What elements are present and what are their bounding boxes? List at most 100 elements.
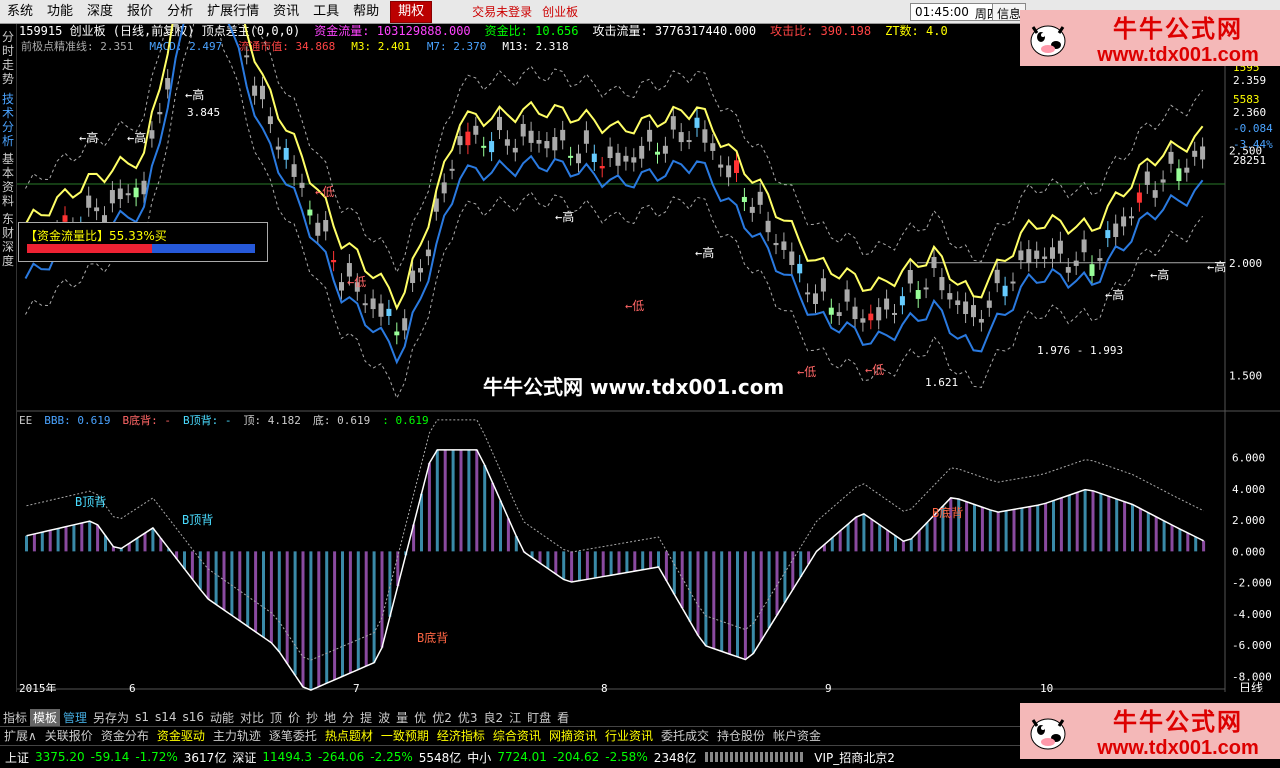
toolbar-extension-3[interactable]: 资金驱动 bbox=[153, 727, 209, 744]
toolbar-indicator-16[interactable]: 量 bbox=[393, 709, 411, 726]
menu-tools[interactable]: 工具 bbox=[306, 0, 346, 24]
tab-eastmoney-depth[interactable]: 东财深度 bbox=[2, 212, 16, 268]
high-marker: ←高 bbox=[1207, 259, 1226, 274]
toolbar-indicator-12[interactable]: 地 bbox=[321, 709, 339, 726]
header-field: 底: 0.619 bbox=[313, 413, 370, 427]
toolbar-indicator-21[interactable]: 江 bbox=[506, 709, 524, 726]
toolbar-indicator-9[interactable]: 顶 bbox=[267, 709, 285, 726]
indicator-bar bbox=[1004, 510, 1008, 552]
indicator-bar bbox=[617, 551, 621, 574]
menu-analysis[interactable]: 分析 bbox=[160, 0, 200, 24]
toolbar-indicator-11[interactable]: 抄 bbox=[303, 709, 321, 726]
candle-body bbox=[789, 251, 795, 265]
menu-depth[interactable]: 深度 bbox=[80, 0, 120, 24]
toolbar-indicator-17[interactable]: 优 bbox=[411, 709, 429, 726]
menu-help[interactable]: 帮助 bbox=[346, 0, 386, 24]
time-tick-label: 7 bbox=[353, 682, 360, 692]
indicator-bar bbox=[830, 537, 834, 552]
candle-body bbox=[868, 313, 874, 321]
side-stat: 28251 bbox=[1233, 154, 1266, 167]
header-field: BBB: 0.619 bbox=[44, 414, 110, 427]
indicator-bar bbox=[325, 551, 329, 684]
candle-body bbox=[670, 116, 676, 130]
candle-body bbox=[410, 270, 416, 284]
toolbar-indicator-3[interactable]: 另存为 bbox=[90, 709, 132, 726]
menu-quote[interactable]: 报价 bbox=[120, 0, 160, 24]
login-status[interactable]: 交易未登录 bbox=[472, 3, 532, 20]
candle-body bbox=[331, 260, 337, 263]
toolbar-extension-13[interactable]: 持仓股份 bbox=[713, 727, 769, 744]
menu-options-tab[interactable]: 期权 bbox=[390, 0, 433, 23]
indicator-bar bbox=[143, 533, 147, 552]
candle-body bbox=[323, 220, 329, 232]
toolbar-extension-5[interactable]: 逐笔委托 bbox=[265, 727, 321, 744]
menu-ext-market[interactable]: 扩展行情 bbox=[200, 0, 266, 24]
tab-intraday[interactable]: 分时走势 bbox=[2, 30, 16, 86]
menu-function[interactable]: 功能 bbox=[40, 0, 80, 24]
toolbar-extension-7[interactable]: 一致预期 bbox=[377, 727, 433, 744]
toolbar-extension-6[interactable]: 热点题材 bbox=[321, 727, 377, 744]
indicator-bar bbox=[301, 551, 305, 687]
indicator-bar bbox=[25, 535, 28, 552]
toolbar-indicator-13[interactable]: 分 bbox=[339, 709, 357, 726]
brand-watermark-top: 牛牛公式网 www.tdx001.com bbox=[1020, 10, 1280, 66]
toolbar-indicator-15[interactable]: 波 bbox=[375, 709, 393, 726]
toolbar-indicator-19[interactable]: 优3 bbox=[455, 709, 481, 726]
sz-change: -264.06 bbox=[317, 750, 365, 764]
candle-body bbox=[1136, 192, 1142, 203]
toolbar-extension-10[interactable]: 网摘资讯 bbox=[545, 727, 601, 744]
indicator-bar bbox=[269, 551, 273, 643]
toolbar-extension-9[interactable]: 综合资讯 bbox=[489, 727, 545, 744]
indicator-line bbox=[26, 449, 1204, 691]
toolbar-extension-14[interactable]: 帐户资金 bbox=[769, 727, 825, 744]
indicator-bar bbox=[672, 551, 676, 595]
toolbar-indicator-14[interactable]: 提 bbox=[357, 709, 375, 726]
menu-system[interactable]: 系统 bbox=[0, 0, 40, 24]
indicator-bar bbox=[348, 551, 352, 673]
candle-body bbox=[267, 116, 273, 125]
toolbar-indicator-6[interactable]: s16 bbox=[179, 710, 207, 724]
toolbar-extension-8[interactable]: 经济指标 bbox=[433, 727, 489, 744]
toolbar-indicator-22[interactable]: 盯盘 bbox=[524, 709, 554, 726]
toolbar-extension-4[interactable]: 主力轨迹 bbox=[209, 727, 265, 744]
tab-fundamentals[interactable]: 基本资料 bbox=[2, 152, 16, 208]
indicator-tick-label: -4.000 bbox=[1232, 608, 1272, 621]
toolbar-indicator-0[interactable]: 指标 bbox=[0, 709, 30, 726]
menu-news[interactable]: 资讯 bbox=[266, 0, 306, 24]
toolbar-extension-1[interactable]: 关联报价 bbox=[41, 727, 97, 744]
candle-body bbox=[599, 165, 605, 169]
toolbar-extension-0[interactable]: 扩展∧ bbox=[0, 727, 41, 744]
tab-technical[interactable]: 技术分析 bbox=[2, 92, 16, 148]
toolbar-indicator-18[interactable]: 优2 bbox=[429, 709, 455, 726]
chart-area[interactable]: 159915 创业板 (日线,前复权) 顶点差主(0,0,0) 资金流量: 103… bbox=[17, 0, 1280, 695]
indicator-bar bbox=[420, 493, 423, 552]
toolbar-indicator-1[interactable]: 模板 bbox=[30, 708, 61, 726]
toolbar-extension-2[interactable]: 资金分布 bbox=[97, 727, 153, 744]
toolbar-extension-12[interactable]: 委托成交 bbox=[657, 727, 713, 744]
candle-body bbox=[1002, 285, 1008, 297]
toolbar-indicator-20[interactable]: 良2 bbox=[480, 709, 506, 726]
sh-label[interactable]: 上证 bbox=[2, 749, 32, 766]
indicator-bar bbox=[743, 551, 747, 660]
toolbar-indicator-10[interactable]: 价 bbox=[285, 709, 303, 726]
toolbar-indicator-5[interactable]: s14 bbox=[152, 710, 180, 724]
indicator-bar bbox=[736, 551, 739, 657]
toolbar-indicator-8[interactable]: 对比 bbox=[237, 709, 267, 726]
sz-value: 11494.3 bbox=[262, 750, 312, 764]
indicator-bar bbox=[1194, 536, 1198, 552]
toolbar-indicator-2[interactable]: 管理 bbox=[60, 709, 90, 726]
flow-ratio-label: 【资金流量比】55.33%买 bbox=[25, 229, 167, 243]
toolbar-indicator-23[interactable]: 看 bbox=[554, 709, 572, 726]
flow-bar-buy bbox=[27, 244, 153, 253]
toolbar-indicator-4[interactable]: s1 bbox=[132, 710, 152, 724]
chart-svg[interactable]: 159915 创业板 (日线,前复权) 顶点差主(0,0,0) 资金流量: 103… bbox=[17, 0, 1280, 695]
candle-body bbox=[378, 303, 384, 317]
candle-body bbox=[892, 312, 897, 315]
toolbar-indicator-7[interactable]: 动能 bbox=[207, 709, 237, 726]
time-tick-label: 6 bbox=[129, 682, 136, 692]
candle-body bbox=[1192, 150, 1198, 157]
sz-label[interactable]: 深证 bbox=[229, 749, 259, 766]
toolbar-extension-11[interactable]: 行业资讯 bbox=[601, 727, 657, 744]
indicator-bar bbox=[846, 524, 850, 552]
zx-label[interactable]: 中小 bbox=[464, 749, 494, 766]
